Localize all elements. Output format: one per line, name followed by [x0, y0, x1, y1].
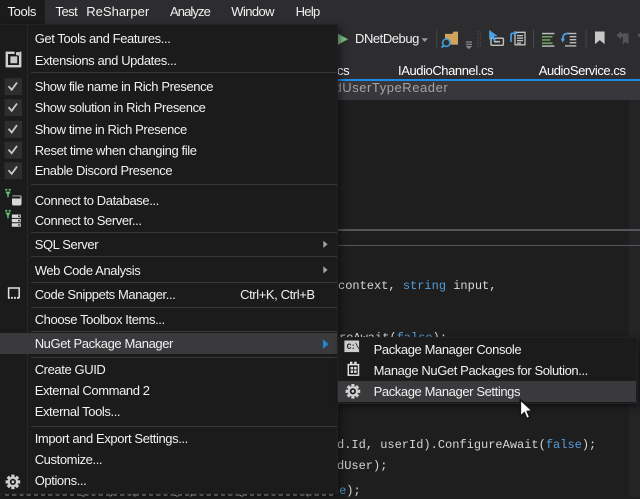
- svg-text:C:\: C:\: [347, 342, 360, 352]
